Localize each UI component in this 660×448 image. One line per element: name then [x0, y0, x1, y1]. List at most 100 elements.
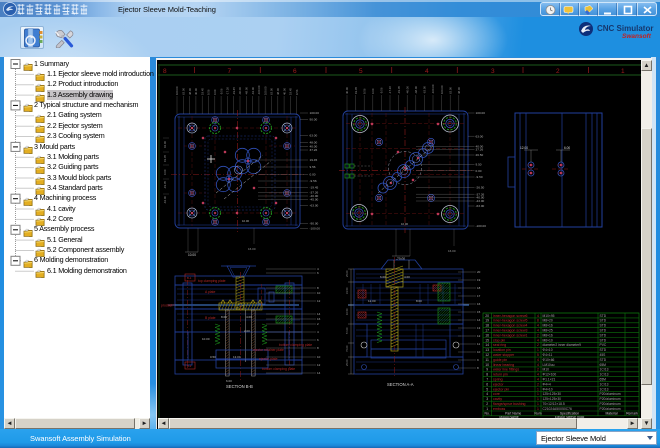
svg-text:65M: 65M — [600, 378, 607, 382]
svg-text:LM10uu: LM10uu — [543, 363, 555, 367]
svg-text:5: 5 — [537, 353, 539, 357]
svg-text:10: 10 — [485, 363, 489, 367]
svg-text:Φ1.1×21: Φ1.1×21 — [543, 378, 556, 382]
svg-text:M6×10: M6×10 — [543, 338, 553, 342]
svg-text:4: 4 — [425, 68, 429, 75]
svg-text:4: 4 — [537, 329, 539, 333]
svg-text:SECTION A-A: SECTION A-A — [387, 382, 414, 387]
svg-text:10.00: 10.00 — [188, 253, 196, 257]
svg-text:cavity: cavity — [493, 397, 502, 401]
svg-text:-19.45: -19.45 — [232, 87, 236, 95]
svg-text:ejector: ejector — [493, 382, 504, 386]
svg-text:-43.00: -43.00 — [476, 199, 485, 203]
svg-text:-19.45: -19.45 — [163, 181, 167, 189]
svg-text:Remark: Remark — [626, 412, 638, 416]
svg-text:-9.56: -9.56 — [380, 87, 384, 94]
svg-text:-63.00: -63.00 — [310, 204, 319, 208]
svg-text:125×125×30: 125×125×30 — [543, 397, 562, 401]
svg-text:19: 19 — [485, 319, 489, 323]
svg-text:P20/aluminum: P20/aluminum — [600, 407, 621, 411]
svg-text:P20/aluminum: P20/aluminum — [600, 402, 621, 406]
svg-text:B-1: B-1 — [187, 276, 192, 280]
svg-text:Material: Material — [605, 412, 617, 416]
svg-text:inner-hexagon screw4: inner-hexagon screw4 — [493, 324, 527, 328]
svg-text:100.00: 100.00 — [310, 111, 320, 115]
svg-text:6.00: 6.00 — [564, 146, 570, 150]
svg-text:STD: STD — [600, 338, 607, 342]
svg-text:10: 10 — [477, 350, 481, 354]
svg-text:10.00: 10.00 — [401, 222, 408, 226]
svg-text:13.00: 13.00 — [233, 355, 241, 359]
svg-text:-100.00: -100.00 — [431, 84, 435, 94]
svg-text:water stopper: water stopper — [493, 353, 515, 357]
svg-text:SECTION B-B: SECTION B-B — [226, 384, 253, 389]
svg-text:17: 17 — [477, 294, 481, 298]
svg-text:26.50: 26.50 — [476, 153, 484, 157]
svg-text:19.45: 19.45 — [163, 155, 167, 162]
svg-text:B plate: B plate — [205, 316, 216, 320]
svg-text:9.56: 9.56 — [207, 89, 211, 95]
svg-text:2: 2 — [537, 382, 539, 386]
svg-text:9.50: 9.50 — [476, 163, 482, 167]
svg-text:-19.45: -19.45 — [397, 86, 401, 94]
svg-text:-9.50: -9.50 — [476, 175, 483, 179]
svg-text:-63.00: -63.00 — [163, 196, 167, 204]
svg-text:100.00: 100.00 — [440, 85, 444, 94]
svg-text:-9.56: -9.56 — [310, 179, 317, 183]
svg-text:15: 15 — [477, 310, 481, 314]
svg-text:12: 12 — [317, 299, 321, 303]
svg-text:-19.45: -19.45 — [310, 186, 319, 190]
svg-text:inner-hexagon screw5: inner-hexagon screw5 — [493, 319, 527, 323]
svg-text:seal ring: seal ring — [493, 343, 506, 347]
svg-text:B-2: B-2 — [187, 364, 192, 368]
svg-text:0.00: 0.00 — [213, 89, 217, 95]
svg-text:6: 6 — [293, 68, 297, 75]
svg-text:57.00: 57.00 — [345, 327, 349, 334]
svg-text:4: 4 — [537, 338, 539, 342]
svg-text:2: 2 — [537, 368, 539, 372]
svg-text:63.00: 63.00 — [448, 87, 452, 94]
svg-text:100.00: 100.00 — [476, 111, 486, 115]
svg-text:top clamping plate: top clamping plate — [198, 279, 226, 283]
svg-text:8: 8 — [486, 373, 488, 377]
svg-text:7: 7 — [486, 378, 488, 382]
svg-text:8: 8 — [163, 68, 167, 75]
svg-text:2: 2 — [537, 343, 539, 347]
svg-text:40.00: 40.00 — [282, 88, 286, 95]
svg-text:Φ4×10: Φ4×10 — [543, 387, 553, 391]
svg-text:PVC: PVC — [600, 343, 607, 347]
svg-text:14: 14 — [485, 343, 489, 347]
svg-text:stop pin: stop pin — [493, 338, 505, 342]
svg-text:20: 20 — [485, 314, 489, 318]
svg-text:1: 1 — [621, 68, 625, 75]
svg-text:A plate: A plate — [205, 290, 215, 294]
svg-text:Num: Num — [534, 412, 541, 416]
svg-text:spring: spring — [493, 378, 503, 382]
svg-text:-63.00: -63.00 — [476, 204, 485, 208]
svg-text:Φ12×100: Φ12×100 — [543, 373, 557, 377]
svg-text:7: 7 — [228, 68, 232, 75]
svg-text:-100.00: -100.00 — [257, 85, 261, 95]
svg-text:M8×16: M8×16 — [543, 333, 553, 337]
svg-text:0.00: 0.00 — [310, 173, 316, 177]
svg-text:M8×20: M8×20 — [543, 319, 553, 323]
svg-text:water line fittings: water line fittings — [493, 368, 519, 372]
svg-text:8.00: 8.00 — [416, 299, 422, 303]
svg-text:inner-hexagon screw6: inner-hexagon screw6 — [493, 314, 527, 318]
svg-text:65M: 65M — [600, 363, 607, 367]
svg-text:STD: STD — [600, 329, 607, 333]
svg-text:16.00: 16.00 — [448, 249, 456, 253]
svg-text:13: 13 — [477, 326, 481, 330]
svg-text:125×125×30: 125×125×30 — [543, 392, 562, 396]
svg-text:12.00: 12.00 — [368, 299, 376, 303]
svg-text:63.00: 63.00 — [182, 88, 186, 95]
svg-text:1: 1 — [537, 392, 539, 396]
svg-text:STD: STD — [600, 333, 607, 337]
svg-text:10.50: 10.50 — [345, 308, 349, 315]
svg-text:3: 3 — [491, 68, 495, 75]
svg-text:16: 16 — [477, 302, 481, 306]
svg-text:inner-hexagon screw1: inner-hexagon screw1 — [493, 333, 527, 337]
svg-text:12: 12 — [485, 353, 489, 357]
svg-text:M8×16: M8×16 — [543, 324, 553, 328]
svg-text:0.00: 0.00 — [476, 169, 482, 173]
